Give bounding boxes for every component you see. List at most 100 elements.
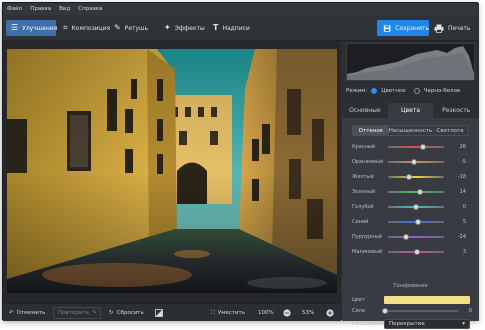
mode-row: Режим: Цветное Черно-белое [346,86,475,96]
tab-effects[interactable]: ✦ Эффекты [159,20,209,36]
menu-view[interactable]: Вид [59,6,70,12]
toning-color-row: Цвет [352,295,474,304]
toning-strength-row: Сила 0 [352,307,474,315]
zoom-100-button[interactable]: 100% [258,307,274,319]
plus-circle-icon [326,309,334,317]
canvas-area [3,41,341,303]
hue-slider-track[interactable] [388,234,444,240]
toning-strength-knob[interactable] [382,308,388,314]
hue-slider-knob[interactable] [406,174,413,180]
mode-label: Режим: [346,88,368,94]
hue-slider-track[interactable] [388,174,444,180]
hue-slider-track[interactable] [388,159,444,165]
subtab-saturation[interactable]: Насыщенность [389,126,432,135]
toning-strength-value: 0 [468,308,472,314]
tab-enhancements[interactable]: ☰ Улучшения [6,20,57,36]
hue-slider-track[interactable] [388,144,444,150]
blend-mode-select[interactable]: Перекрытие ▾ [384,319,470,329]
tab-sharpness[interactable]: Резкость [433,103,480,119]
reset-label: Сбросить [116,310,144,316]
color-subtabs: Оттенок Насыщенность Светлота [352,125,469,136]
save-button[interactable]: Сохранить [377,20,429,36]
mode-color-radio[interactable] [371,88,378,94]
menu-help[interactable]: Справка [78,6,102,12]
mode-bw-radio[interactable] [413,88,420,94]
zoom-out-button[interactable] [283,307,291,319]
hue-slider-row: Оранжевый -5 [352,158,474,166]
zoom-in-button[interactable] [326,307,334,319]
hue-slider-knob[interactable] [419,144,426,150]
hue-slider-label: Желтый [352,174,374,180]
hue-slider-track[interactable] [388,249,444,255]
chevron-down-icon: ▾ [462,321,465,327]
tab-text-label: Надписи [222,24,250,32]
tab-retouch[interactable]: ✎ Ретушь [109,20,159,36]
hue-slider-row: Красный 26 [352,143,474,151]
hue-slider-row: Малиновый 3 [352,248,474,256]
hue-slider-knob[interactable] [411,159,418,165]
subtab-lightness[interactable]: Светлота [432,126,468,135]
sliders-icon: ☰ [11,23,19,32]
hue-slider-knob[interactable] [413,204,419,210]
hue-slider-row: Желтый -18 [352,173,474,181]
tab-composition[interactable]: ⌗ Композиция [58,20,110,36]
undo-button[interactable]: ↶ Отменить [9,307,45,319]
undo-label: Отменить [16,310,46,316]
panel-tabs: Основные Цвета Резкость [342,103,480,119]
mode-bw-label: Черно-белое [423,88,461,94]
hue-slider-knob[interactable] [403,234,410,240]
reset-icon: ↻ [109,310,114,316]
hue-slider-value: 3 [462,249,466,255]
tab-colors[interactable]: Цвета [387,103,434,119]
hue-slider-label: Зеленый [352,189,376,195]
printer-icon [434,24,444,33]
hue-slider-row: Зеленый 14 [352,188,474,196]
redo-button[interactable]: Повторить ↷ [53,307,102,319]
hue-slider-track[interactable] [388,219,444,225]
zoom-100-label: 100% [258,310,274,316]
tab-basic[interactable]: Основные [342,103,388,119]
toning-strength-slider[interactable] [382,308,458,314]
main-toolbar: ☰ Улучшения ⌗ Композиция ✎ Ретушь ✦ Эффе… [3,15,479,41]
fit-label: Уместить [217,310,245,316]
hue-slider-knob[interactable] [417,189,424,195]
blend-label: Смешивание [352,321,386,327]
hue-slider-value: -18 [457,174,466,180]
hue-slider-label: Пурпурный [352,234,382,240]
menu-file[interactable]: Файл [7,6,22,12]
blend-row: Смешивание Перекрытие ▾ [352,318,474,330]
hue-slider-value: 26 [459,144,466,150]
hue-slider-row: Пурпурный -24 [352,233,474,241]
zoom-value: 53% [302,307,314,319]
redo-icon: ↷ [91,310,97,316]
hue-slider-row: Голубой 0 [352,203,474,211]
hue-slider-row: Синий 5 [352,218,474,226]
subtab-hue[interactable]: Оттенок [353,126,389,135]
minus-circle-icon [283,309,291,317]
print-button[interactable]: Печать [431,20,473,36]
hue-slider-label: Малиновый [352,249,383,255]
text-icon: T [213,23,219,32]
save-button-label: Сохранить [395,24,429,32]
toning-color-label: Цвет [352,296,365,303]
menu-edit[interactable]: Правка [30,6,51,12]
toning-color-swatch[interactable] [384,295,470,304]
zoom-value-label: 53% [302,310,315,316]
hue-slider-track[interactable] [388,204,444,210]
compare-button[interactable] [155,307,163,319]
floppy-disk-icon [383,24,391,32]
hue-slider-knob[interactable] [414,249,421,255]
hue-slider-label: Голубой [352,204,374,210]
crop-icon: ⌗ [63,23,68,32]
tab-text[interactable]: T Надписи [208,20,256,36]
photo-canvas[interactable] [7,49,337,293]
magic-wand-icon: ✦ [164,23,171,32]
colors-section: Оттенок Насыщенность Светлота Красный 26 О… [342,119,479,329]
undo-icon: ↶ [9,310,14,316]
histogram-graph [347,46,474,80]
toning-title: Тонирование [393,283,428,289]
hue-slider-knob[interactable] [415,219,422,225]
fit-button[interactable]: ⛶ Уместить [211,307,245,319]
reset-button[interactable]: ↻ Сбросить [109,307,144,319]
hue-slider-track[interactable] [388,189,444,195]
